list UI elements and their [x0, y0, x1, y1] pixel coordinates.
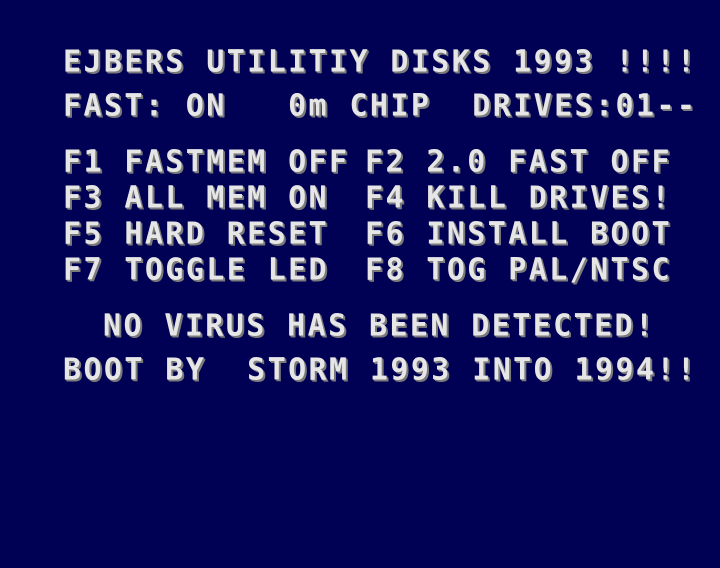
- credits-line: BOOT BY STORM 1993 INTO 1994!!: [63, 352, 698, 388]
- menu-item-f5[interactable]: F5 HARD RESET: [63, 216, 329, 253]
- menu-item-f4[interactable]: F4 KILL DRIVES!: [365, 180, 672, 217]
- menu-item-f3[interactable]: F3 ALL MEM ON: [63, 180, 329, 217]
- menu-item-f1[interactable]: F1 FASTMEM OFF: [63, 144, 349, 181]
- boot-screen: EJBERS UTILITIY DISKS 1993 !!!! FAST: ON…: [0, 0, 720, 568]
- menu-item-f8[interactable]: F8 TOG PAL/NTSC: [365, 252, 672, 289]
- virus-status-message: NO VIRUS HAS BEEN DETECTED!: [103, 308, 656, 344]
- status-line: FAST: ON 0m CHIP DRIVES:01--: [63, 88, 698, 124]
- menu-item-f2[interactable]: F2 2.0 FAST OFF: [365, 144, 672, 181]
- title-line: EJBERS UTILITIY DISKS 1993 !!!!: [63, 44, 698, 80]
- menu-item-f6[interactable]: F6 INSTALL BOOT: [365, 216, 672, 253]
- menu-item-f7[interactable]: F7 TOGGLE LED: [63, 252, 329, 289]
